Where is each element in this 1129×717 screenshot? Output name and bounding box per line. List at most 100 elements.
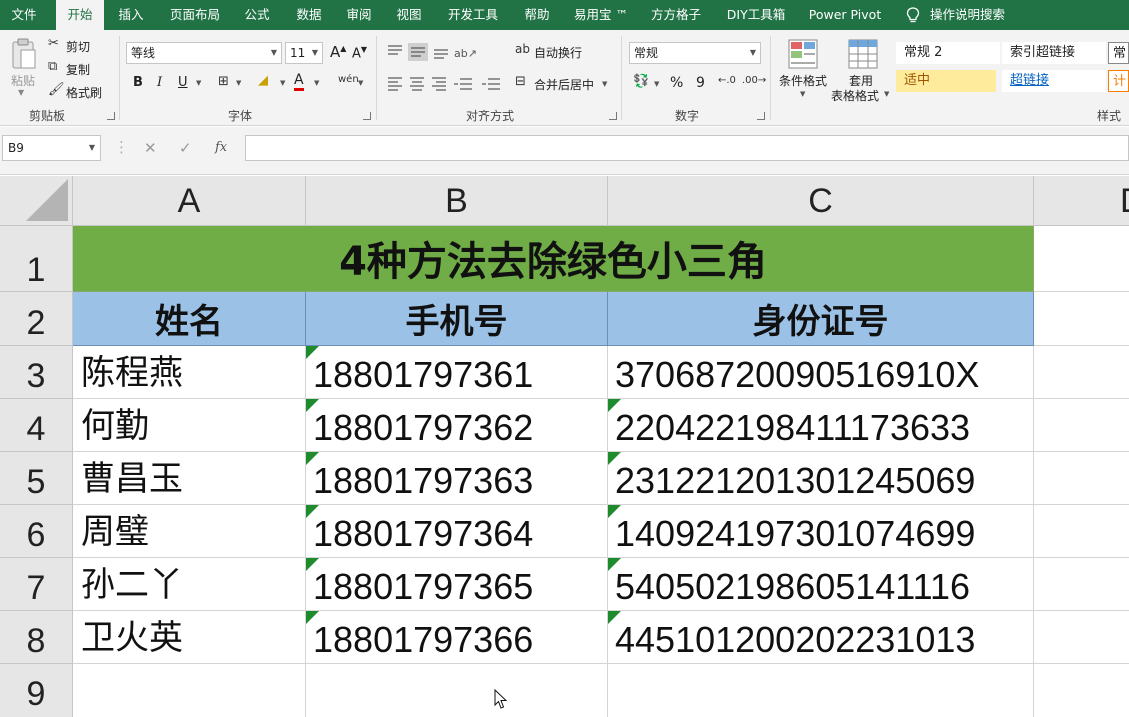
- table-cell-id[interactable]: 540502198605141116: [608, 558, 1034, 611]
- tab-power-pivot[interactable]: Power Pivot: [804, 0, 886, 30]
- comma-style-button[interactable]: 9: [696, 75, 705, 91]
- clipboard-launcher-icon[interactable]: [107, 112, 115, 120]
- row-header-1[interactable]: 1: [0, 226, 73, 292]
- cell-d3[interactable]: [1034, 346, 1129, 399]
- chevron-down-icon[interactable]: ▼: [884, 90, 889, 98]
- border-icon[interactable]: ⊞: [218, 74, 229, 89]
- row-header-3[interactable]: 3: [0, 346, 73, 399]
- tab-formulas[interactable]: 公式: [236, 0, 278, 30]
- table-cell-phone[interactable]: 18801797364: [306, 505, 608, 558]
- header-name-cell[interactable]: 姓名: [73, 292, 306, 346]
- wrap-text-button[interactable]: 自动换行: [534, 44, 582, 61]
- table-cell-id[interactable]: 220422198411173633: [608, 399, 1034, 452]
- vertical-align-icons[interactable]: ab↗: [386, 42, 482, 62]
- format-painter-button[interactable]: 格式刷: [66, 84, 102, 101]
- conditional-format-button[interactable]: 条件格式: [779, 72, 827, 89]
- cancel-icon[interactable]: ✕: [144, 139, 157, 157]
- number-launcher-icon[interactable]: [757, 112, 765, 120]
- shrink-font-button[interactable]: A▼: [352, 45, 367, 61]
- tab-insert[interactable]: 插入: [110, 0, 152, 30]
- italic-button[interactable]: I: [157, 75, 162, 90]
- table-cell-phone[interactable]: 18801797366: [306, 611, 608, 664]
- row-header-2[interactable]: 2: [0, 292, 73, 346]
- row-header-6[interactable]: 6: [0, 505, 73, 558]
- table-cell-name[interactable]: 曹昌玉: [73, 452, 306, 505]
- style-calculation[interactable]: 计: [1108, 70, 1129, 92]
- tab-developer[interactable]: 开发工具: [440, 0, 506, 30]
- horizontal-align-icons[interactable]: [386, 75, 504, 93]
- cell-d8[interactable]: [1034, 611, 1129, 664]
- copy-button[interactable]: 复制: [66, 61, 90, 78]
- tab-view[interactable]: 视图: [388, 0, 430, 30]
- insert-function-icon[interactable]: fx: [215, 140, 227, 155]
- chevron-down-icon[interactable]: ▼: [654, 80, 659, 88]
- fill-color-icon[interactable]: ◢: [258, 73, 268, 88]
- row-header-4[interactable]: 4: [0, 399, 73, 452]
- chevron-down-icon[interactable]: ▼: [314, 79, 319, 87]
- table-cell-id[interactable]: 445101200202231013: [608, 611, 1034, 664]
- underline-button[interactable]: U: [178, 75, 188, 90]
- tab-review[interactable]: 审阅: [338, 0, 380, 30]
- cell-c9[interactable]: [608, 664, 1034, 717]
- tab-fangfang[interactable]: 方方格子: [644, 0, 708, 30]
- table-cell-id[interactable]: 231221201301245069: [608, 452, 1034, 505]
- tell-me-search[interactable]: 操作说明搜索: [930, 0, 1010, 30]
- cell-d4[interactable]: [1034, 399, 1129, 452]
- enter-icon[interactable]: ✓: [179, 139, 192, 157]
- table-cell-name[interactable]: 孙二丫: [73, 558, 306, 611]
- chevron-down-icon[interactable]: ▼: [602, 80, 607, 88]
- chevron-down-icon[interactable]: ▼: [358, 79, 363, 87]
- phonetic-guide-button[interactable]: wén: [338, 74, 359, 85]
- table-cell-name[interactable]: 卫火英: [73, 611, 306, 664]
- style-neutral[interactable]: 适中: [896, 70, 996, 92]
- alignment-launcher-icon[interactable]: [609, 112, 617, 120]
- column-header-d[interactable]: D: [1034, 176, 1129, 226]
- table-cell-name[interactable]: 何勤: [73, 399, 306, 452]
- table-cell-phone[interactable]: 18801797363: [306, 452, 608, 505]
- accounting-format-icon[interactable]: 💱: [633, 74, 649, 89]
- conditional-format-icon[interactable]: [788, 39, 818, 69]
- column-header-b[interactable]: B: [306, 176, 608, 226]
- tab-page-layout[interactable]: 页面布局: [162, 0, 228, 30]
- cell-d7[interactable]: [1034, 558, 1129, 611]
- row-header-7[interactable]: 7: [0, 558, 73, 611]
- chevron-down-icon[interactable]: ▼: [196, 79, 201, 87]
- chevron-down-icon[interactable]: ▼: [280, 79, 285, 87]
- style-index-hyperlink[interactable]: 索引超链接: [1002, 42, 1106, 64]
- merge-center-button[interactable]: 合并后居中: [534, 76, 594, 93]
- percent-button[interactable]: %: [670, 75, 683, 91]
- table-cell-phone[interactable]: 18801797361: [306, 346, 608, 399]
- row-header-5[interactable]: 5: [0, 452, 73, 505]
- cell-d6[interactable]: [1034, 505, 1129, 558]
- cell-a9[interactable]: [73, 664, 306, 717]
- column-header-a[interactable]: A: [73, 176, 306, 226]
- paste-button[interactable]: 粘贴: [11, 72, 35, 89]
- table-cell-phone[interactable]: 18801797362: [306, 399, 608, 452]
- style-normal-2[interactable]: 常规 2: [896, 42, 1000, 64]
- column-header-c[interactable]: C: [608, 176, 1034, 226]
- tab-file[interactable]: 文件: [0, 0, 48, 30]
- grow-font-button[interactable]: A▲: [330, 43, 346, 61]
- font-size-combo[interactable]: 11 ▼: [285, 42, 323, 64]
- row-header-8[interactable]: 8: [0, 611, 73, 664]
- row-header-9[interactable]: 9: [0, 664, 73, 717]
- cell-d9[interactable]: [1034, 664, 1129, 717]
- decrease-decimal-icon[interactable]: .00→: [742, 75, 766, 86]
- formula-input[interactable]: [245, 135, 1129, 161]
- number-format-combo[interactable]: 常规 ▼: [629, 42, 761, 64]
- table-cell-name[interactable]: 陈程燕: [73, 346, 306, 399]
- font-name-combo[interactable]: 等线 ▼: [126, 42, 282, 64]
- chevron-down-icon[interactable]: ▼: [800, 90, 805, 98]
- tab-data[interactable]: 数据: [288, 0, 330, 30]
- style-normal[interactable]: 常: [1108, 42, 1129, 64]
- paste-dropdown-arrow[interactable]: ▼: [18, 88, 24, 97]
- cell-b9[interactable]: [306, 664, 608, 717]
- header-phone-cell[interactable]: 手机号: [306, 292, 608, 346]
- paste-icon[interactable]: [10, 38, 38, 72]
- title-cell[interactable]: 4种方法去除绿色小三角: [73, 226, 1034, 292]
- table-format-button[interactable]: 表格格式: [831, 87, 879, 104]
- table-cell-id[interactable]: 37068720090516910X: [608, 346, 1034, 399]
- select-all-button[interactable]: [0, 176, 73, 226]
- table-cell-id[interactable]: 140924197301074699: [608, 505, 1034, 558]
- font-color-icon[interactable]: A: [294, 73, 304, 91]
